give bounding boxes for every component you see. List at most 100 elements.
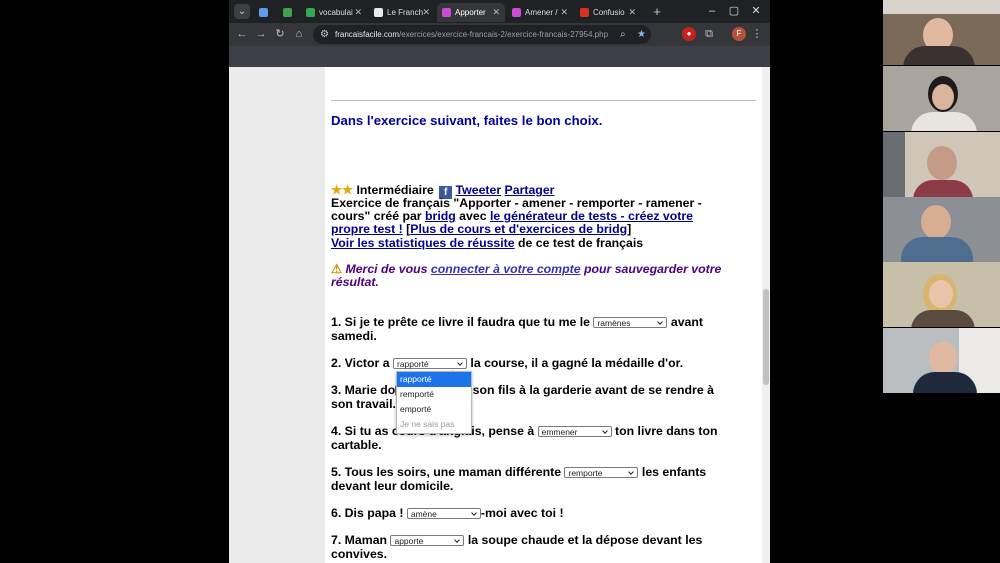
q-text: -moi avec toi ! — [480, 506, 564, 520]
bookmark-star-icon[interactable]: ★ — [637, 26, 646, 43]
question-4: 4. Si tu as cours d'anglais, pense à emm… — [331, 424, 718, 438]
video-tile-3[interactable] — [883, 132, 1000, 197]
scrollbar-thumb[interactable] — [763, 289, 769, 385]
divider — [331, 100, 756, 101]
participant-body — [903, 46, 975, 65]
forward-arrow-icon[interactable]: → — [253, 26, 269, 42]
tab-title: Le Franch — [387, 8, 423, 17]
participant-body — [911, 310, 975, 327]
generator-link[interactable]: le générateur de tests - créez votre — [490, 209, 693, 223]
question-7-cont: convives. — [331, 547, 388, 561]
participant-body — [911, 112, 977, 131]
back-arrow-icon[interactable]: ← — [234, 26, 250, 42]
dropdown-option[interactable]: Je ne sais pas — [397, 417, 471, 432]
author-link[interactable]: bridg — [425, 209, 456, 223]
question-7: 7. Maman apporte la soupe chaude et la d… — [331, 533, 702, 547]
extension-icon[interactable]: ● — [682, 27, 696, 41]
notice-text: pour sauvegarder votre — [580, 262, 722, 276]
close-icon[interactable]: ✕ — [628, 3, 636, 22]
answer-select-1[interactable]: ramènes — [593, 317, 668, 329]
dropdown-option[interactable]: remporté — [397, 387, 471, 402]
participant-face — [929, 342, 957, 374]
browser-window: ⌄ vocabulai ✕ Le Franch ✕ Apporter ✕ Amener… — [229, 0, 770, 563]
participant-face — [921, 205, 951, 239]
generator-link-cont[interactable]: propre test ! — [331, 222, 403, 236]
close-icon[interactable]: ✕ — [422, 3, 430, 22]
instruction-heading: Dans l'exercice suivant, faites le bon c… — [331, 113, 603, 128]
login-link[interactable]: connecter à votre compte — [431, 262, 581, 276]
video-tile-5[interactable] — [883, 262, 1000, 327]
question-2: 2. Victor a rapporté la course, il a gag… — [331, 356, 683, 370]
video-tile-6[interactable] — [883, 328, 1000, 393]
desc-text: avec — [455, 209, 490, 223]
bracket: ] — [627, 222, 632, 236]
stars-icon: ★★ — [331, 183, 354, 197]
answer-select-6[interactable]: amène — [406, 508, 481, 520]
q-text: ton livre dans ton — [611, 424, 718, 438]
close-icon[interactable]: ✕ — [560, 3, 568, 22]
close-icon[interactable]: ✕ — [492, 3, 500, 22]
q-text: son fils à la garderie avant de se rendr… — [469, 383, 714, 397]
more-exercises-link[interactable]: Plus de cours et d'exercices de bridg — [410, 222, 627, 236]
tab-le-francais[interactable]: Le Franch ✕ — [369, 3, 435, 22]
close-icon[interactable]: ✕ — [354, 3, 362, 22]
q-text: 1. Si je te prête ce livre il faudra que… — [331, 315, 594, 329]
dropdown-option[interactable]: emporté — [397, 402, 471, 417]
home-icon[interactable]: ⌂ — [291, 26, 307, 42]
favicon-icon — [442, 8, 451, 17]
tweeter-link[interactable]: Tweeter — [456, 183, 502, 197]
tab-apporter[interactable]: Apporter ✕ — [437, 3, 505, 22]
answer-select-4[interactable]: emmener — [537, 426, 612, 438]
favicon-icon — [374, 8, 383, 17]
q-text: 7. Maman — [331, 533, 391, 547]
web-page: Dans l'exercice suivant, faites le bon c… — [229, 67, 770, 563]
login-notice-cont: résultat. — [331, 275, 379, 289]
minimize-icon[interactable]: – — [703, 3, 721, 20]
participant-body — [913, 372, 977, 393]
tab-confusion[interactable]: Confusio ✕ — [575, 3, 641, 22]
extensions-puzzle-icon[interactable]: ⧉ — [701, 26, 717, 42]
answer-select-5[interactable]: remporte — [564, 467, 639, 479]
reload-icon[interactable]: ↻ — [272, 26, 288, 42]
site-info-icon[interactable]: ⚙ — [320, 26, 329, 43]
tab-title: Amener / — [525, 8, 558, 17]
question-3: 3. Marie do son fils à la garderie avant… — [331, 383, 714, 397]
video-tile-2[interactable] — [883, 66, 1000, 131]
tab-search-button[interactable]: ⌄ — [234, 4, 250, 19]
new-tab-plus-icon[interactable]: + — [649, 4, 665, 19]
page-scrollbar[interactable] — [762, 67, 770, 563]
tab-amener[interactable]: Amener / ✕ — [507, 3, 573, 22]
address-bar[interactable]: ⚙ francaisfacile.com/exercices/exercice-… — [313, 25, 651, 44]
tab-bar: ⌄ vocabulai ✕ Le Franch ✕ Apporter ✕ Amener… — [229, 0, 770, 23]
answer-select-7[interactable]: apporte — [390, 535, 465, 547]
video-tile-4[interactable] — [883, 197, 1000, 262]
tab-title: Confusio — [593, 8, 625, 17]
favicon-icon — [306, 8, 315, 17]
url-text: francaisfacile.com/exercices/exercice-fr… — [335, 25, 608, 44]
participant-face — [932, 84, 954, 110]
tab-title: vocabulai — [319, 8, 353, 17]
menu-kebab-icon[interactable]: ⋮ — [749, 26, 765, 42]
zoom-icon[interactable]: ⌕ — [620, 26, 626, 43]
video-tile-1[interactable] — [883, 0, 1000, 65]
tab-pinned-2[interactable] — [277, 3, 299, 22]
q-text: 5. Tous les soirs, une maman différente — [331, 465, 565, 479]
favicon-icon — [512, 8, 521, 17]
stats-link[interactable]: Voir les statistiques de réussite — [331, 236, 515, 250]
url-path: /exercices/exercice-francais-2/exercice-… — [399, 30, 609, 39]
notice-text: Merci de vous — [345, 262, 431, 276]
participant-body — [913, 180, 973, 197]
partager-link[interactable]: Partager — [505, 183, 555, 197]
question-5: 5. Tous les soirs, une maman différente … — [331, 465, 706, 479]
warning-icon: ⚠ — [331, 262, 343, 276]
tab-vocabulaire[interactable]: vocabulai ✕ — [301, 3, 367, 22]
tab-pinned-1[interactable] — [253, 3, 275, 22]
profile-avatar[interactable]: F — [732, 27, 746, 41]
window-close-icon[interactable]: ✕ — [747, 3, 765, 20]
bookmarks-strip — [229, 46, 770, 67]
maximize-icon[interactable]: ▢ — [725, 3, 743, 20]
question-3-cont: son travail. — [331, 397, 396, 411]
select-dropdown-list[interactable]: rapporté remporté emporté Je ne sais pas — [396, 371, 472, 434]
participant-face — [927, 146, 957, 180]
dropdown-option[interactable]: rapporté — [397, 372, 471, 387]
